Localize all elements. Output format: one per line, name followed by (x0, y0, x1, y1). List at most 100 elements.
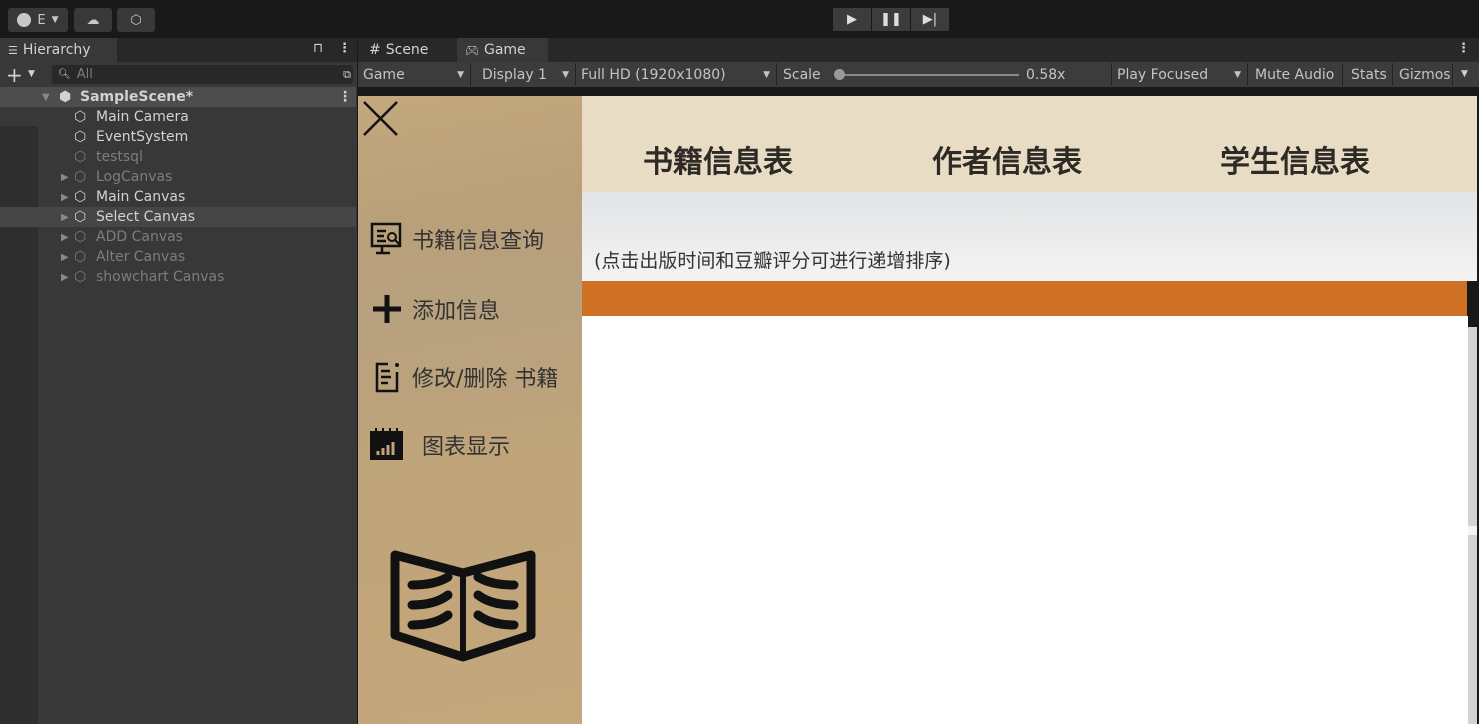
expand-icon[interactable]: ⧉ (343, 68, 351, 82)
gameobject-cube-icon: ⬡ (74, 149, 87, 165)
step-icon: ▶| (922, 12, 938, 27)
more-icon[interactable]: ⋮ (338, 89, 352, 105)
slider-track (839, 74, 1019, 76)
expand-arrow-icon[interactable]: ▶ (61, 252, 69, 263)
gameobject-cube-icon: ⬡ (74, 209, 87, 225)
mute-label: Mute Audio (1255, 66, 1335, 83)
chevron-down-icon: ▼ (562, 69, 569, 80)
hierarchy-item[interactable]: ▶ ⬡ Select Canvas (0, 207, 356, 227)
scrollbar[interactable] (1468, 327, 1477, 724)
scene-tab-label: Scene (385, 42, 429, 58)
search-icon: 🔍︎ (58, 69, 71, 80)
scene-name: SampleScene* (80, 89, 194, 105)
more-icon[interactable]: ⋮ (1457, 41, 1470, 56)
gameobject-cube-icon: ⬡ (74, 169, 87, 185)
cloud-button[interactable]: ☁ (74, 8, 112, 32)
game-mode-dropdown[interactable]: Game ▼ (359, 63, 471, 86)
scrollbar-handle[interactable] (1468, 526, 1477, 535)
grid-icon: # (369, 42, 381, 58)
chevron-down-icon: ▼ (51, 15, 59, 25)
expand-arrow-icon[interactable]: ▶ (61, 192, 69, 203)
collab-button[interactable]: ⬡ (117, 8, 155, 32)
gizmos-label: Gizmos (1399, 66, 1451, 83)
gizmos-toggle[interactable]: Gizmos (1395, 63, 1453, 86)
lock-icon[interactable]: ⊓ (313, 41, 323, 56)
menu-label: 添加信息 (412, 299, 501, 324)
menu-label: 修改/删除 书籍 (412, 367, 559, 392)
close-icon[interactable] (362, 100, 400, 138)
chevron-down-icon: ▼ (1234, 69, 1241, 80)
resolution-dropdown[interactable]: Full HD (1920x1080) ▼ (577, 63, 777, 86)
gameobject-cube-icon: ⬡ (74, 189, 87, 205)
hierarchy-item[interactable]: ▶ ⬡ LogCanvas (0, 167, 356, 187)
chevron-down-icon: ▼ (457, 69, 464, 80)
item-label: Alter Canvas (96, 249, 186, 265)
tab-scene[interactable]: # Scene (361, 38, 455, 62)
hierarchy-item[interactable]: ⬡ Main Camera (0, 107, 356, 127)
tab-books[interactable]: 书籍信息表 (643, 137, 793, 181)
table-body (582, 316, 1468, 724)
expand-arrow-icon[interactable]: ▶ (61, 272, 69, 283)
scene-row[interactable]: ▼ ⬢ SampleScene* ⋮ (0, 87, 356, 107)
resolution-label: Full HD (1920x1080) (581, 66, 726, 83)
item-label: Main Camera (96, 109, 189, 125)
search-input[interactable]: 🔍︎ All ⧉ (52, 65, 353, 84)
menu-item-add[interactable]: 添加信息 (370, 292, 500, 326)
more-icon[interactable]: ⋮ (338, 41, 351, 56)
hierarchy-title: Hierarchy (22, 42, 91, 58)
package-icon: ⬡ (130, 12, 142, 28)
play-icon: ▶ (847, 12, 857, 27)
clipboard-icon (375, 362, 399, 393)
display-dropdown[interactable]: Display 1 ▼ (478, 63, 576, 86)
play-button[interactable]: ▶ (833, 8, 871, 31)
stats-toggle[interactable]: Stats (1347, 63, 1393, 86)
tab-students[interactable]: 学生信息表 (1220, 137, 1370, 181)
hierarchy-item[interactable]: ⬡ testsql (0, 147, 356, 167)
menu-item-edit[interactable]: 修改/删除 书籍 (370, 360, 558, 394)
gameobject-cube-icon: ⬡ (74, 129, 87, 145)
item-label: showchart Canvas (96, 269, 225, 285)
tab-hierarchy[interactable]: ☰ Hierarchy (0, 38, 117, 62)
account-icon (17, 13, 32, 27)
mode-label: Game (363, 66, 405, 83)
table-header-bar (582, 281, 1467, 316)
scale-label: Scale (783, 66, 821, 83)
sort-hint: (点击出版时间和豆瓣评分可进行递增排序) (594, 250, 951, 272)
hierarchy-item[interactable]: ▶ ⬡ showchart Canvas (0, 267, 356, 287)
item-label: Select Canvas (96, 209, 196, 225)
tab-authors[interactable]: 作者信息表 (932, 137, 1082, 181)
scale-value: 0.58x (1026, 66, 1066, 83)
hierarchy-item[interactable]: ⬡ EventSystem (0, 127, 356, 147)
item-label: Main Canvas (96, 189, 186, 205)
chevron-down-icon[interactable]: ▼ (28, 69, 35, 79)
item-label: EventSystem (96, 129, 189, 145)
account-dropdown[interactable]: E ▼ (8, 8, 68, 32)
mute-audio-toggle[interactable]: Mute Audio (1251, 63, 1343, 86)
tab-game[interactable]: 🎮︎ Game (457, 38, 548, 62)
cloud-icon: ☁ (86, 12, 100, 28)
step-button[interactable]: ▶| (911, 8, 949, 31)
gameobject-cube-icon: ⬡ (74, 249, 87, 265)
item-label: LogCanvas (96, 169, 173, 185)
expand-arrow-icon[interactable]: ▶ (61, 212, 69, 223)
game-tab-label: Game (483, 42, 526, 58)
menu-item-query[interactable]: 书籍信息查询 (370, 222, 544, 256)
scale-slider[interactable]: Scale 0.58x (779, 63, 1112, 86)
chevron-down-icon: ▼ (763, 69, 770, 80)
hierarchy-item[interactable]: ▶ ⬡ Alter Canvas (0, 247, 356, 267)
hierarchy-item[interactable]: ▶ ⬡ ADD Canvas (0, 227, 356, 247)
play-focused-dropdown[interactable]: Play Focused ▼ (1113, 63, 1248, 86)
account-label: E (37, 12, 46, 28)
hierarchy-item[interactable]: ▶ ⬡ Main Canvas (0, 187, 356, 207)
stats-label: Stats (1351, 66, 1387, 83)
menu-item-chart[interactable]: 图表显示 (370, 427, 510, 463)
expand-arrow-icon[interactable]: ▶ (61, 172, 69, 183)
gameobject-cube-icon: ⬡ (74, 109, 87, 125)
display-label: Display 1 (482, 66, 547, 83)
pause-button[interactable]: ❚❚ (872, 8, 910, 31)
gizmos-dropdown-icon[interactable]: ▼ (1461, 69, 1468, 79)
add-button[interactable]: + (6, 63, 23, 87)
slider-handle[interactable] (834, 69, 845, 80)
pause-icon: ❚❚ (880, 12, 902, 27)
expand-arrow-icon[interactable]: ▶ (61, 232, 69, 243)
